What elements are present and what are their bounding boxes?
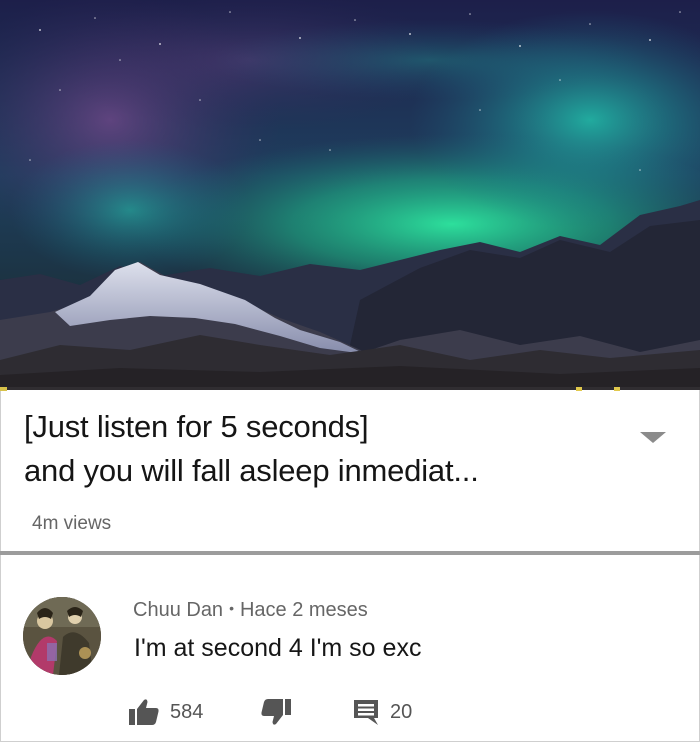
comment-item: Chuu Dan • Hace 2 meses I'm at second 4 I'…: [0, 555, 700, 742]
video-title-line-1: [Just listen for 5 seconds]: [24, 409, 369, 444]
dislike-button[interactable]: [260, 698, 292, 726]
video-thumbnail[interactable]: [0, 0, 700, 390]
meta-separator: •: [229, 600, 234, 616]
caret-down-icon[interactable]: [640, 432, 666, 443]
like-count: 584: [170, 700, 204, 723]
thumbs-down-icon: [261, 699, 291, 725]
video-title[interactable]: [Just listen for 5 seconds] and you will…: [24, 405, 624, 493]
video-info: [Just listen for 5 seconds] and you will…: [0, 391, 700, 553]
comment-icon: [354, 700, 378, 725]
view-count: 4m views: [32, 513, 112, 534]
comment-time: Hace 2 meses: [239, 599, 368, 621]
comment-author[interactable]: Chuu Dan: [133, 599, 223, 621]
reply-count: 20: [390, 700, 413, 723]
like-button[interactable]: 584: [128, 698, 203, 726]
avatar[interactable]: [23, 597, 101, 675]
comment-text: I'm at second 4 I'm so exc: [134, 634, 422, 662]
comment-meta: Chuu Dan • Hace 2 meses: [133, 599, 368, 622]
thumbs-up-icon: [129, 699, 159, 725]
video-title-line-2: and you will fall asleep inmediat...: [24, 453, 479, 488]
aurora-mountain-image: [0, 0, 700, 390]
avatar-image: [23, 597, 101, 675]
reply-button[interactable]: 20: [352, 698, 412, 726]
